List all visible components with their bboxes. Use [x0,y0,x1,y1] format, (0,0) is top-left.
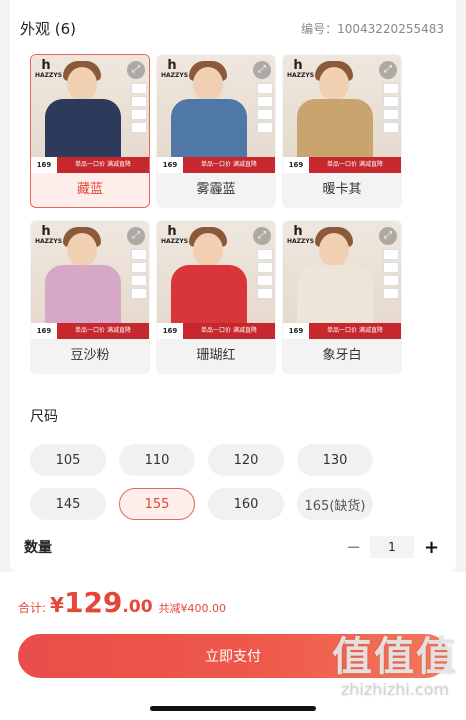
size-option[interactable]: 105 [30,444,106,476]
price-strip: 169 单品一口价 满减直降 [157,323,275,339]
size-option[interactable]: 165(缺货) [297,488,373,520]
watermark-logo: 值值值 [332,634,458,680]
variant-image: h HAZZYS ⤢ 169 单品一口价 满减直降 [157,55,275,173]
size-option[interactable]: 155 [119,488,195,520]
price-strip: 169 单品一口价 满减直降 [31,323,149,339]
variant-label: 豆沙粉 [70,348,110,363]
variant-label: 象牙白 [322,348,362,363]
size-option[interactable]: 130 [297,444,373,476]
size-options: 105 110 120 130 145 155 160 165(缺货) [30,444,410,520]
size-option[interactable]: 145 [30,488,106,520]
quantity-input[interactable]: 1 [370,536,414,558]
brand-logo: h HAZZYS [35,58,63,79]
variant-option[interactable]: h HAZZYS ⤢ 169 单品一口价 满减直降 雾霾蓝 [156,54,276,208]
currency-symbol: ¥ [50,593,64,617]
total-amount-integer: 129 [63,586,123,619]
variant-option[interactable]: h HAZZYS ⤢ 169 单品一口价 满减直降 象牙白 [282,220,402,374]
variant-image: h HAZZYS ⤢ 169 单品一口价 满减直降 [31,221,149,339]
zoom-icon[interactable]: ⤢ [379,61,397,79]
zoom-icon[interactable]: ⤢ [253,227,271,245]
price-strip: 169 单品一口价 满减直降 [31,157,149,173]
variant-image: h HAZZYS ⤢ 169 单品一口价 满减直降 [31,55,149,173]
variant-option[interactable]: h HAZZYS ⤢ 169 单品一口价 满减直降 豆沙粉 [30,220,150,374]
appearance-header: 外观 (6) 编号：10043220255483 [20,16,446,40]
zoom-icon[interactable]: ⤢ [127,227,145,245]
total-amount-decimal: .00 [122,597,153,617]
variant-label: 暖卡其 [322,182,362,197]
size-option[interactable]: 110 [119,444,195,476]
appearance-title: 外观 (6) [20,19,77,38]
price-strip: 169 单品一口价 满减直降 [283,323,401,339]
brand-logo: h HAZZYS [287,58,315,79]
zoom-icon[interactable]: ⤢ [379,227,397,245]
total-row: 合计: ¥ 129 .00 共减¥400.00 [18,586,226,619]
quantity-stepper: − 1 + [346,536,439,558]
brand-logo: h HAZZYS [35,224,63,245]
variant-label: 雾霾蓝 [196,182,236,197]
brand-logo: h HAZZYS [161,58,189,79]
home-indicator [150,706,316,711]
size-title: 尺码 [30,409,58,425]
variant-option[interactable]: h HAZZYS ⤢ 169 单品一口价 满减直降 藏蓝 [30,54,150,208]
price-strip: 169 单品一口价 满减直降 [157,157,275,173]
discount-amount: 共减¥400.00 [158,602,227,615]
variant-image: h HAZZYS ⤢ 169 单品一口价 满减直降 [283,221,401,339]
watermark-url: zhizhizhi.com [340,680,450,699]
variant-image: h HAZZYS ⤢ 169 单品一口价 满减直降 [283,55,401,173]
quantity-label: 数量 [24,540,52,556]
zoom-icon[interactable]: ⤢ [127,61,145,79]
zoom-icon[interactable]: ⤢ [253,61,271,79]
total-label: 合计: [18,601,47,615]
variant-option[interactable]: h HAZZYS ⤢ 169 单品一口价 满减直降 珊瑚红 [156,220,276,374]
brand-logo: h HAZZYS [161,224,189,245]
variant-option[interactable]: h HAZZYS ⤢ 169 单品一口价 满减直降 暖卡其 [282,54,402,208]
watermark: 值值值 zhizhizhi.com [332,634,458,699]
variant-grid: h HAZZYS ⤢ 169 单品一口价 满减直降 藏蓝 h HAZZYS ⤢ 169 单品一口价 … [30,54,410,374]
brand-logo: h HAZZYS [287,224,315,245]
product-code: 编号：10043220255483 [301,21,444,36]
quantity-row: 数量 − 1 + [24,534,439,560]
price-strip: 169 单品一口价 满减直降 [283,157,401,173]
variant-image: h HAZZYS ⤢ 169 单品一口价 满减直降 [157,221,275,339]
size-option[interactable]: 160 [208,488,284,520]
variant-label: 珊瑚红 [196,348,236,363]
decrease-button[interactable]: − [346,537,361,558]
increase-button[interactable]: + [424,537,439,558]
variant-label: 藏蓝 [76,182,103,197]
size-option[interactable]: 120 [208,444,284,476]
